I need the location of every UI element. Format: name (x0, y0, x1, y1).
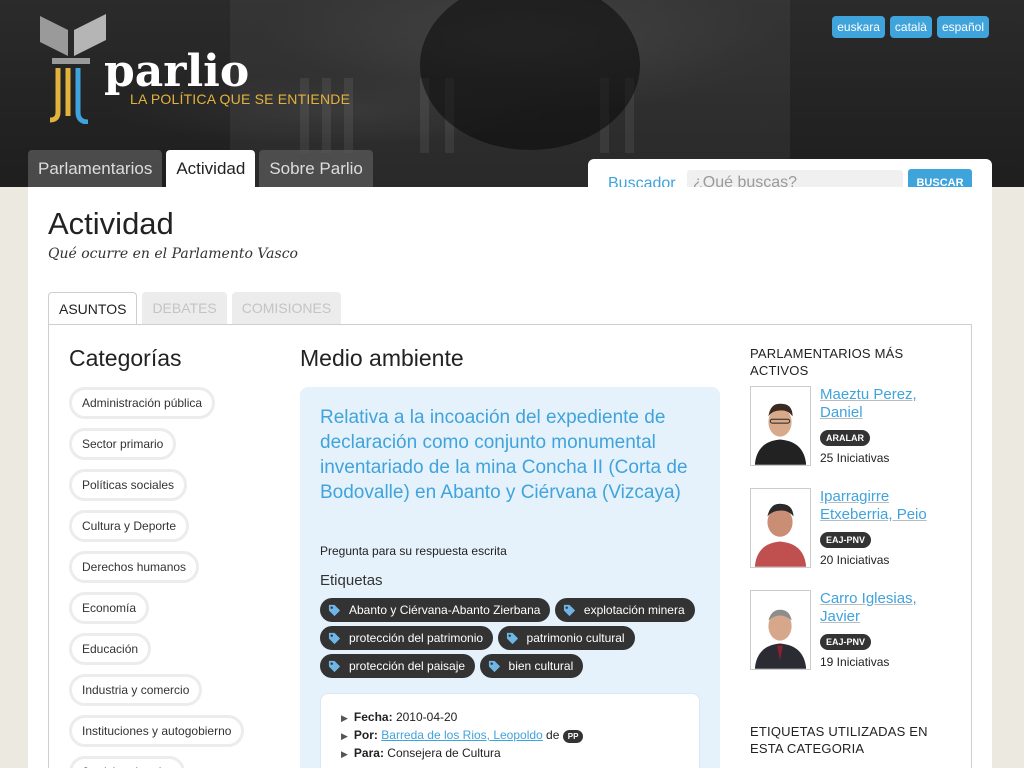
tag-icon (563, 604, 575, 616)
activity-tabs: ASUNTOS DEBATES COMISIONES (48, 292, 342, 325)
member-initiative-count: 25 Iniciativas (820, 451, 890, 465)
tag-chip[interactable]: bien cultural (479, 654, 584, 678)
meta-fecha-value: 2010-04-20 (395, 710, 458, 724)
tag-chip[interactable]: patrimonio cultural (497, 626, 635, 650)
meta-fecha-label: Fecha: (353, 710, 393, 724)
nav-tab-sobre-parlio[interactable]: Sobre Parlio (259, 150, 373, 187)
page-subtitle: Qué ocurre en el Parlamento Vasco (48, 246, 298, 262)
logo-mark-icon (40, 14, 106, 124)
member-card: Carro Iglesias, Javier EAJ-PNV 19 Inicia… (750, 590, 960, 672)
tab-asuntos[interactable]: ASUNTOS (48, 292, 138, 325)
category-item[interactable]: Economía (69, 592, 150, 624)
party-badge: PP (562, 730, 584, 743)
meta-por: ▶ Por: Barreda de los Rios, Leopoldo de P… (341, 728, 584, 743)
category-item[interactable]: Educación (69, 633, 152, 665)
category-item[interactable]: Administración pública (69, 387, 216, 419)
section-title: Medio ambiente (300, 345, 464, 371)
party-badge: ARALAR (820, 430, 870, 446)
member-initiative-count: 19 Iniciativas (820, 655, 890, 669)
meta-por-label: Por: (353, 728, 378, 742)
member-name-link[interactable]: Iparragirre Etxeberria, Peio (820, 488, 940, 524)
meta-para-label: Para: (353, 746, 384, 760)
language-switcher: euskara català español (832, 16, 989, 38)
party-badge: EAJ-PNV (820, 634, 872, 650)
tag-icon (328, 604, 341, 616)
tag-icon (328, 660, 341, 672)
party-badge: EAJ-PNV (820, 532, 872, 548)
logo-tagline: LA POLÍTICA QUE SE ENTIENDE (130, 91, 351, 107)
site-logo[interactable]: parlio LA POLÍTICA QUE SE ENTIENDE (38, 12, 358, 127)
category-item[interactable]: Industria y comercio (69, 674, 203, 706)
tag-label: bien cultural (508, 659, 574, 673)
tag-label: protección del patrimonio (349, 631, 484, 645)
member-card: Iparragirre Etxeberria, Peio EAJ-PNV 20 … (750, 488, 960, 570)
tag-chip[interactable]: Abanto y Ciérvana-Abanto Zierbana (320, 598, 551, 622)
person-icon (751, 489, 810, 567)
meta-por-de: de (546, 728, 560, 742)
tag-chip[interactable]: protección del patrimonio (320, 626, 494, 650)
tag-chip[interactable]: protección del paisaje (320, 654, 476, 678)
asunto-card: Relativa a la incoación del expediente d… (300, 387, 720, 768)
arrow-right-icon: ▶ (341, 731, 348, 741)
author-link[interactable]: Barreda de los Rios, Leopoldo (381, 728, 542, 742)
page-title: Actividad (48, 206, 174, 241)
member-avatar[interactable] (750, 488, 811, 568)
tag-label: explotación minera (583, 603, 685, 617)
arrow-right-icon: ▶ (341, 749, 348, 759)
tag-icon (488, 660, 500, 672)
tags-heading: Etiquetas (320, 572, 383, 589)
category-item[interactable]: Sector primario (69, 428, 177, 460)
person-icon (751, 591, 810, 669)
tab-debates[interactable]: DEBATES (142, 292, 227, 325)
member-card: Maeztu Perez, Daniel ARALAR 25 Iniciativ… (750, 386, 960, 468)
category-item[interactable]: Instituciones y autogobierno (69, 715, 245, 747)
tag-icon (328, 632, 341, 644)
person-icon (751, 387, 810, 465)
member-name-link[interactable]: Carro Iglesias, Javier (820, 590, 930, 626)
member-avatar[interactable] (750, 386, 811, 466)
tags-list: Abanto y Ciérvana-Abanto Zierbana explot… (320, 598, 720, 682)
tab-comisiones[interactable]: COMISIONES (231, 292, 342, 325)
category-item[interactable]: Justicia e interior (69, 756, 186, 768)
lang-euskara-button[interactable]: euskara (832, 16, 885, 38)
tag-icon (506, 632, 518, 644)
asunto-type: Pregunta para su respuesta escrita (320, 544, 507, 558)
active-members-title: PARLAMENTARIOS MÁS ACTIVOS (750, 346, 904, 378)
meta-fecha: ▶ Fecha: 2010-04-20 (341, 710, 457, 724)
nav-tab-actividad[interactable]: Actividad (166, 150, 256, 187)
meta-para: ▶ Para: Consejera de Cultura (341, 746, 501, 760)
asunto-meta: ▶ Fecha: 2010-04-20 ▶ Por: Barreda de los … (320, 693, 700, 768)
categories-list: Administración pública Sector primario P… (69, 387, 269, 768)
category-tags-title: ETIQUETAS UTILIZADAS EN ESTA CATEGORIA (750, 724, 928, 756)
asunto-title-link[interactable]: Relativa a la incoación del expediente d… (320, 405, 710, 505)
tag-label: protección del paisaje (349, 659, 466, 673)
member-initiative-count: 20 Iniciativas (820, 553, 890, 567)
tag-chip[interactable]: explotación minera (554, 598, 695, 622)
member-avatar[interactable] (750, 590, 811, 670)
asuntos-panel: Categorías Administración pública Sector… (48, 324, 972, 768)
category-item[interactable]: Derechos humanos (69, 551, 200, 583)
meta-para-value: Consejera de Cultura (387, 746, 501, 760)
nav-tab-parlamentarios[interactable]: Parlamentarios (28, 150, 163, 187)
tag-label: patrimonio cultural (526, 631, 625, 645)
tag-label: Abanto y Ciérvana-Abanto Zierbana (349, 603, 541, 617)
category-item[interactable]: Políticas sociales (69, 469, 188, 501)
arrow-right-icon: ▶ (341, 713, 348, 723)
category-item[interactable]: Cultura y Deporte (69, 510, 190, 542)
main-content: Actividad Qué ocurre en el Parlamento Va… (28, 187, 992, 768)
logo-wordmark: parlio (104, 46, 250, 97)
main-nav: Parlamentarios Actividad Sobre Parlio (28, 150, 373, 187)
lang-espanol-button[interactable]: español (936, 16, 989, 38)
categories-title: Categorías (69, 345, 182, 371)
lang-catala-button[interactable]: català (889, 16, 932, 38)
member-name-link[interactable]: Maeztu Perez, Daniel (820, 386, 930, 422)
